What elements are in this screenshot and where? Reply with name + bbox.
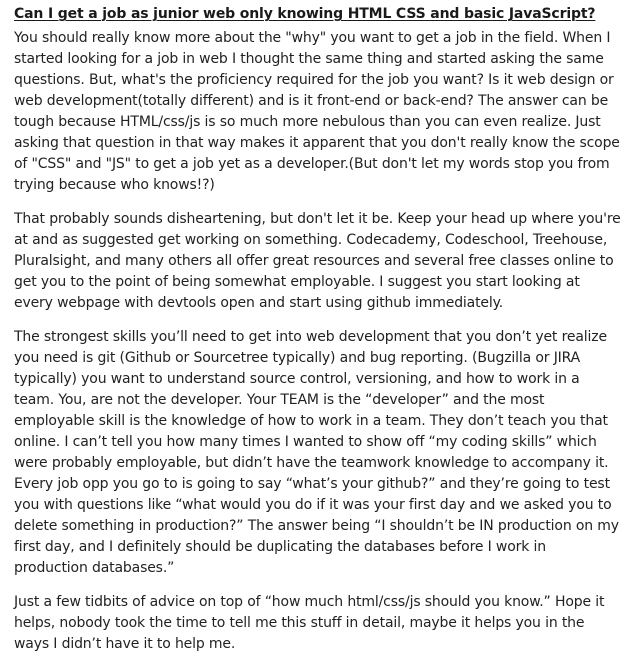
question-title-link[interactable]: Can I get a job as junior web only knowi…	[14, 4, 621, 24]
answer-paragraph-1: You should really know more about the "w…	[14, 30, 620, 193]
answer-paragraph-4: Just a few tidbits of advice on top of “…	[14, 594, 605, 652]
answer-body: You should really know more about the "w…	[14, 28, 621, 655]
answer-paragraph-3: The strongest skills you’ll need to get …	[14, 329, 619, 576]
answer-paragraph-2: That probably sounds disheartening, but …	[14, 211, 621, 311]
answer-page: Can I get a job as junior web only knowi…	[0, 0, 629, 652]
